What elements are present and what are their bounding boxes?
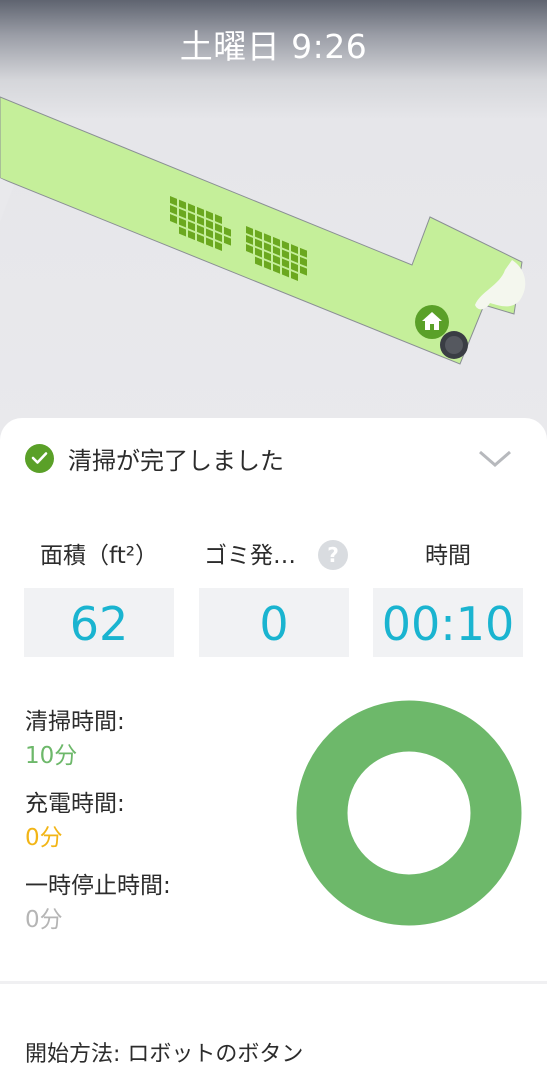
debris-value: 0: [199, 588, 349, 657]
summary-sheet: 清掃が完了しました 面積（ft²） ゴミ発… ? 時間 62 0 00:10 清…: [0, 418, 547, 1080]
time-value: 00:10: [373, 588, 523, 657]
paused-time-value: 0分: [25, 907, 63, 933]
check-circle-icon: [25, 443, 54, 473]
uncleaned-area: [0, 178, 14, 222]
time-breakdown-donut: [296, 700, 522, 926]
donut-cleaning-segment: [296, 700, 522, 926]
cleaning-map[interactable]: 土曜日 9:26: [0, 0, 547, 440]
area-value: 62: [24, 588, 174, 657]
cleaning-time-label: 清掃時間:: [25, 709, 125, 735]
map-canvas: [0, 96, 526, 365]
charging-time-value: 0分: [25, 825, 63, 851]
divider: [0, 981, 547, 984]
help-icon[interactable]: ?: [318, 540, 348, 570]
charging-time-label: 充電時間:: [25, 791, 125, 817]
status-row: 清掃が完了しました: [25, 442, 284, 475]
start-method: 開始方法: ロボットのボタン: [25, 1042, 304, 1067]
status-text: 清掃が完了しました: [68, 446, 284, 475]
paused-time-label: 一時停止時間:: [25, 873, 171, 899]
time-label: 時間: [425, 543, 471, 569]
home-icon: [415, 305, 449, 339]
area-label: 面積（ft²）: [40, 543, 158, 569]
robot-icon: [440, 331, 468, 359]
chevron-down-icon[interactable]: [477, 446, 513, 470]
debris-label: ゴミ発…: [204, 543, 296, 569]
cleaning-time-value: 10分: [25, 743, 78, 769]
